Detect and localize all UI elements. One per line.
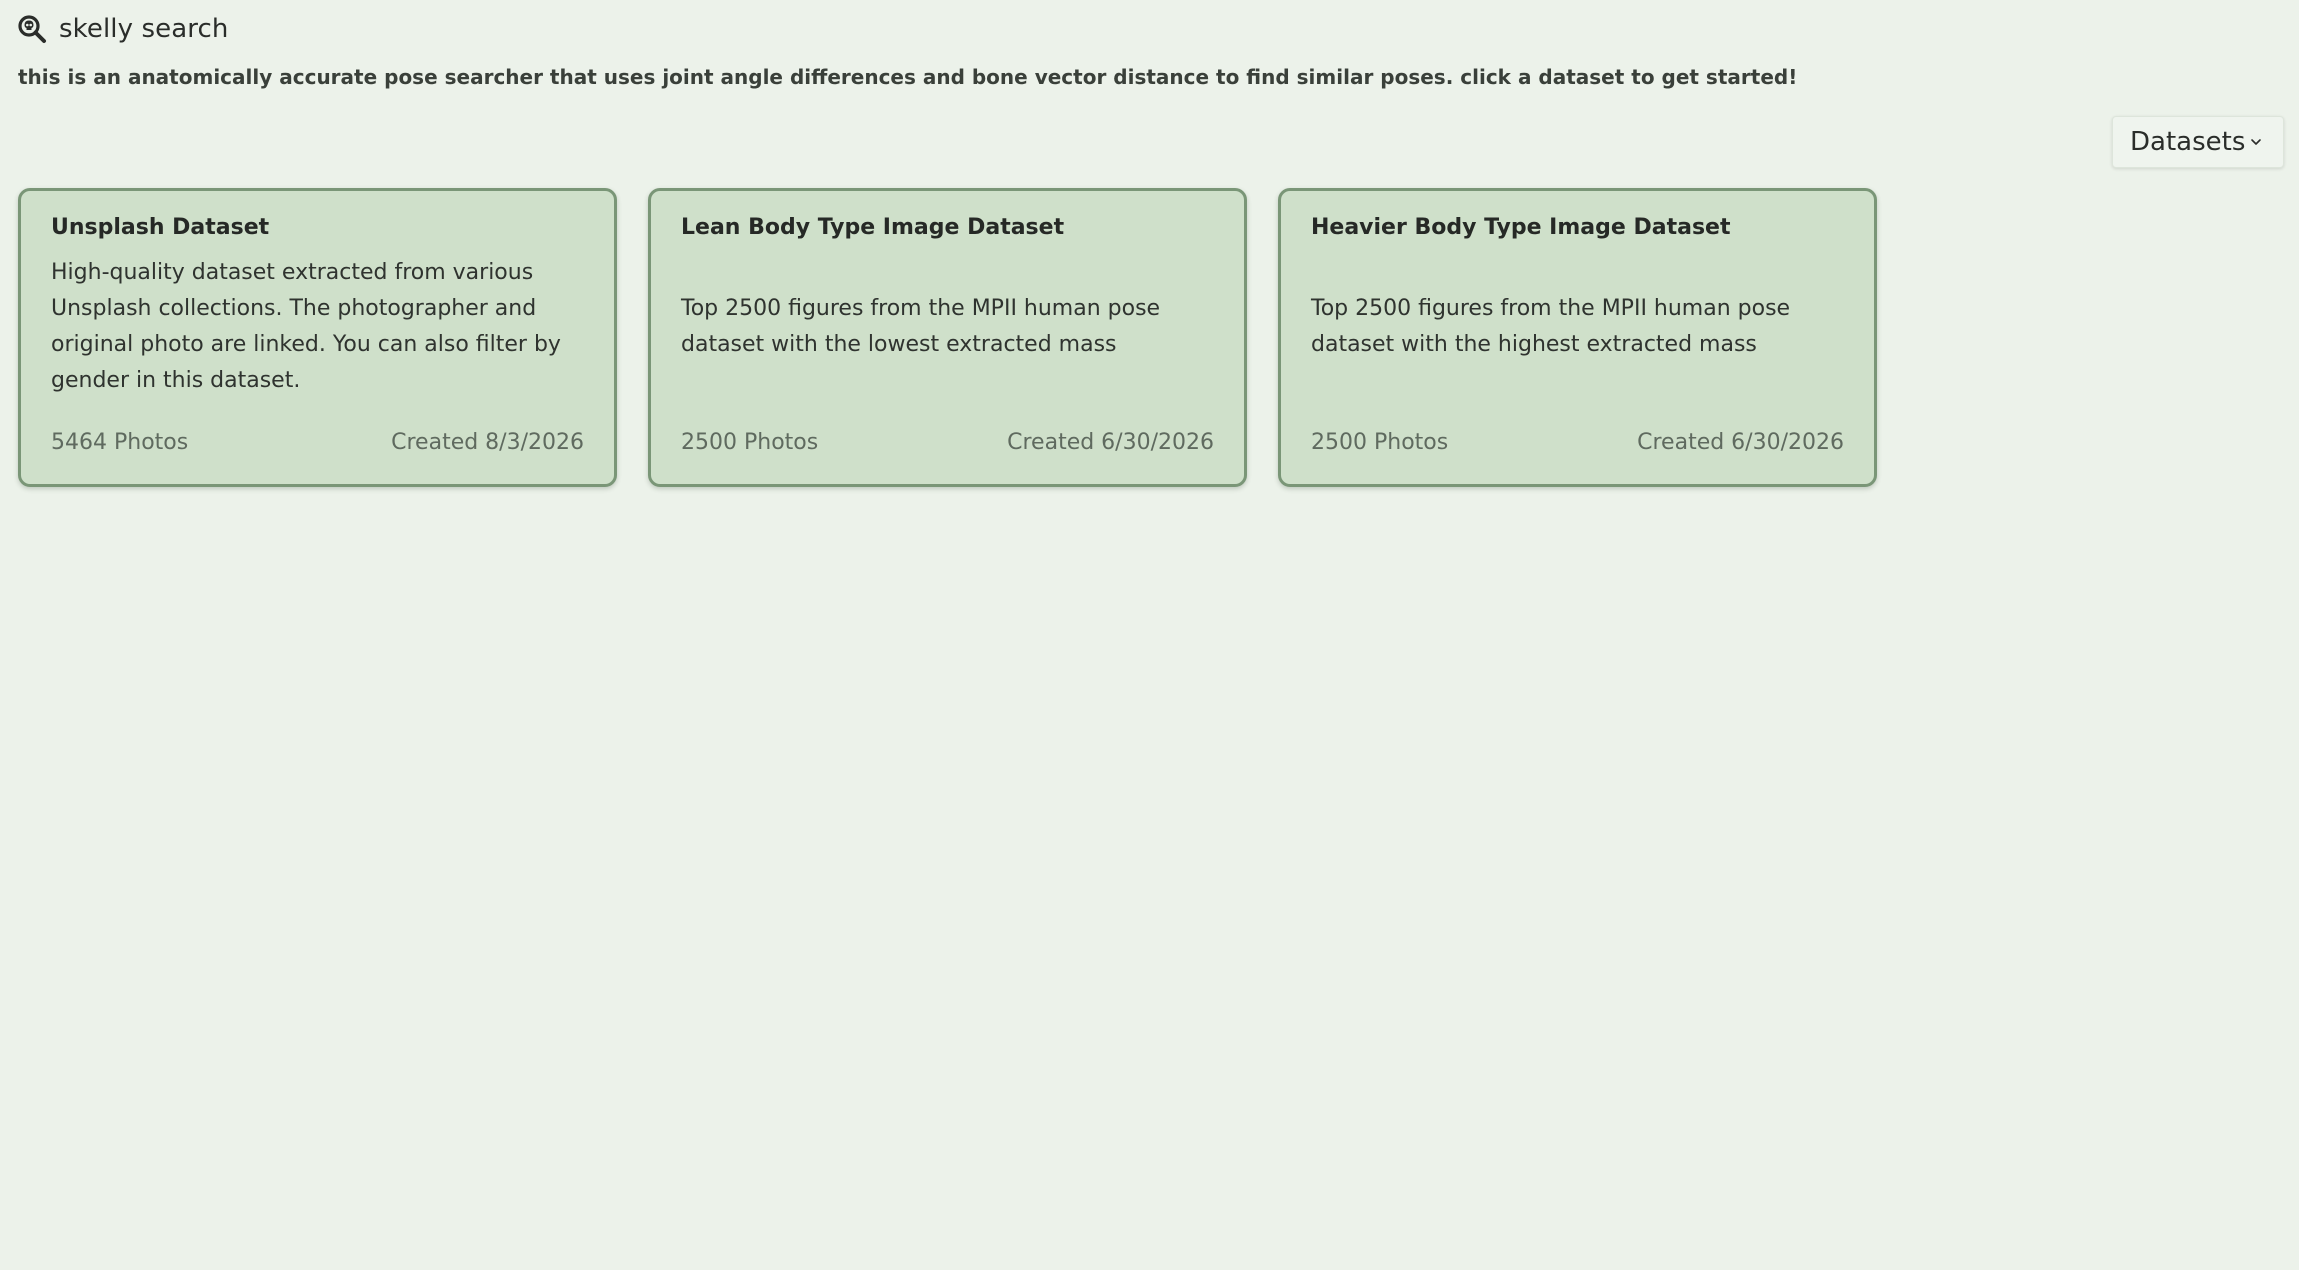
dataset-card-created-date: Created 6/30/2026 [1007, 430, 1214, 455]
dataset-card-photo-count: 5464 Photos [51, 430, 189, 455]
dataset-card-photo-count: 2500 Photos [681, 430, 819, 455]
dataset-card-description: High-quality dataset extracted from vari… [51, 260, 561, 393]
dataset-card-title: Lean Body Type Image Dataset [681, 215, 1065, 240]
dataset-card-lean-body[interactable]: Lean Body Type Image Dataset Top 2500 fi… [648, 188, 1247, 487]
dataset-card-title: Heavier Body Type Image Dataset [1311, 215, 1731, 240]
datasets-dropdown-button[interactable]: Datasets [2112, 116, 2284, 168]
dataset-card-unsplash[interactable]: Unsplash Dataset High-quality dataset ex… [18, 188, 617, 487]
datasets-dropdown-label: Datasets [2130, 127, 2246, 157]
dataset-card-description: Top 2500 figures from the MPII human pos… [681, 296, 1161, 357]
app-tagline: this is an anatomically accurate pose se… [18, 65, 1798, 89]
dataset-card-created-date: Created 6/30/2026 [1637, 430, 1844, 455]
dataset-card-heavier-body[interactable]: Heavier Body Type Image Dataset Top 2500… [1278, 188, 1877, 487]
dataset-card-title: Unsplash Dataset [51, 215, 270, 240]
app-title: skelly search [59, 14, 229, 44]
magnifier-skull-icon [17, 14, 47, 44]
dataset-card-created-date: Created 8/3/2026 [391, 430, 584, 455]
chevron-down-icon [2249, 134, 2263, 148]
dataset-card-photo-count: 2500 Photos [1311, 430, 1449, 455]
app-header: skelly search [17, 14, 228, 44]
dataset-card-description: Top 2500 figures from the MPII human pos… [1311, 296, 1791, 357]
